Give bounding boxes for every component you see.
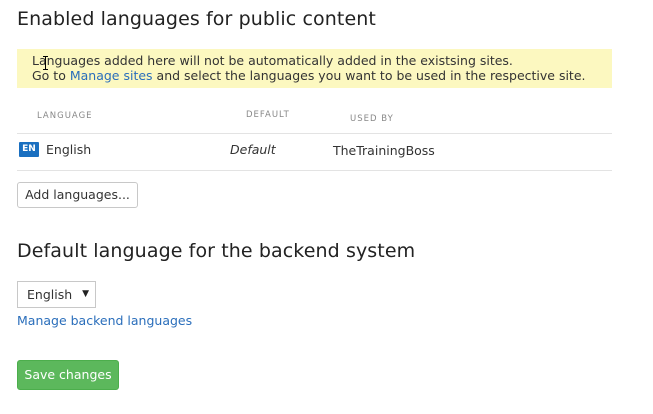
manage-sites-link[interactable]: Manage sites — [70, 68, 153, 83]
notice-line-2-prefix: Go to — [32, 68, 70, 83]
chevron-down-icon: ▼ — [82, 289, 89, 299]
table-divider — [17, 170, 612, 171]
save-changes-button[interactable]: Save changes — [17, 360, 119, 390]
notice-line-2-suffix: and select the languages you want to be … — [152, 68, 586, 83]
add-languages-button[interactable]: Add languages... — [17, 182, 138, 208]
column-header-language: LANGUAGE — [37, 111, 93, 121]
default-marker: Default — [230, 142, 276, 157]
public-languages-heading: Enabled languages for public content — [17, 8, 376, 30]
backend-language-select[interactable]: English ▼ — [17, 281, 96, 308]
backend-language-value: English — [27, 287, 73, 302]
backend-language-heading: Default language for the backend system — [17, 240, 416, 262]
table-divider — [17, 133, 612, 134]
language-settings-page: Enabled languages for public content Lan… — [0, 0, 653, 414]
used-by-site: TheTrainingBoss — [333, 143, 435, 158]
language-name: English — [46, 142, 92, 157]
notice-line-1: Languages added here will not be automat… — [32, 53, 513, 68]
column-header-used-by: USED BY — [350, 114, 394, 124]
manage-backend-languages-link[interactable]: Manage backend languages — [17, 313, 192, 328]
language-code-badge: EN — [19, 142, 39, 157]
notice-line-2: Go to Manage sites and select the langua… — [32, 68, 597, 83]
column-header-default: DEFAULT — [246, 110, 290, 120]
text-cursor-icon — [43, 56, 48, 70]
info-notice: Languages added here will not be automat… — [17, 49, 612, 88]
